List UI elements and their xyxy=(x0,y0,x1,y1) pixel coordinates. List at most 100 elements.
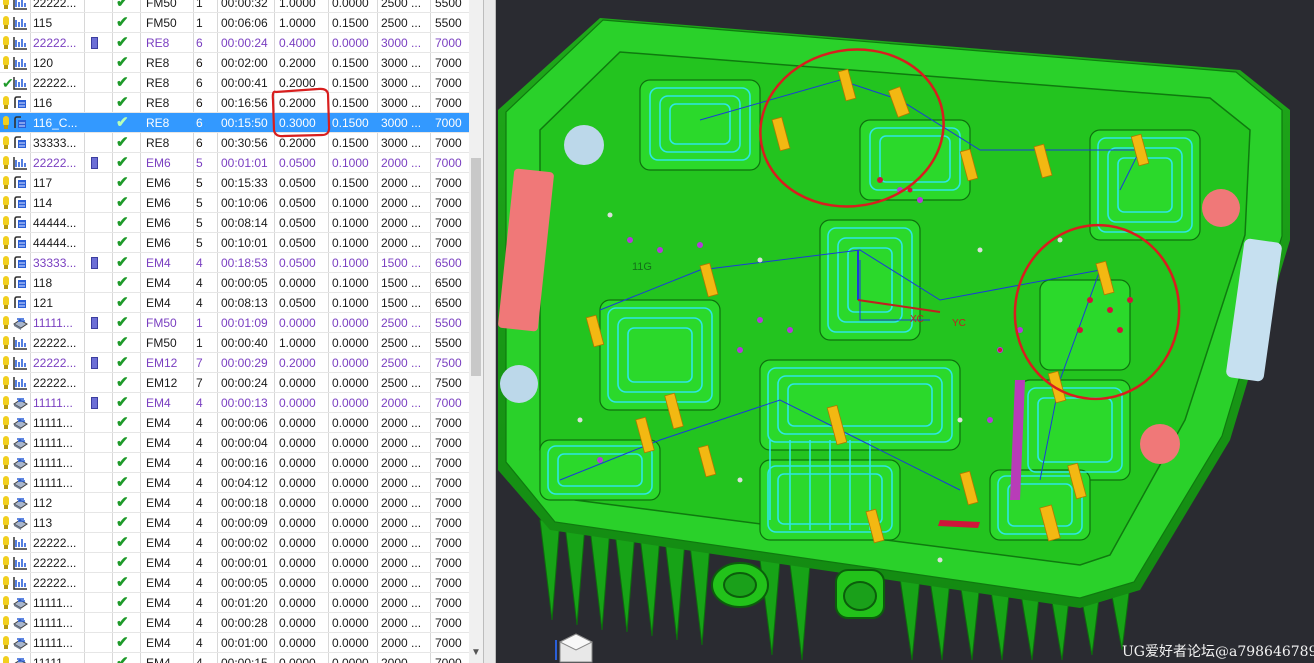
tool-number: 7 xyxy=(196,376,203,390)
floor-allowance: 0.0000 xyxy=(332,36,369,50)
floor-allowance: 0.1500 xyxy=(332,16,369,30)
regenerate-bulb-icon xyxy=(3,196,9,209)
machining-time: 00:00:18 xyxy=(221,496,268,510)
operation-row[interactable]: 113 EM4 4 00:00:09 0.0000 0.0000 2000 ... 7000 ✔ xyxy=(0,513,483,533)
operation-row[interactable]: 22222... EM6 5 00:01:01 0.0500 0.1000 2000 ...… xyxy=(0,153,483,173)
operation-row[interactable]: 11111... EM4 4 00:01:00 0.0000 0.0000 2000 ...… xyxy=(0,633,483,653)
operation-row[interactable]: 116 RE8 6 00:16:56 0.2000 0.1500 3000 ... 7000 ✔ xyxy=(0,93,483,113)
regenerate-bulb-icon xyxy=(3,156,9,169)
floor-allowance: 0.1000 xyxy=(332,216,369,230)
machining-time: 00:01:00 xyxy=(221,636,268,650)
tool-name: EM4 xyxy=(146,556,171,570)
tool-name: EM4 xyxy=(146,616,171,630)
operation-name: 11111... xyxy=(33,436,73,450)
operation-row[interactable]: 44444... EM6 5 00:08:14 0.0500 0.1000 2000 ...… xyxy=(0,213,483,233)
machining-time: 00:10:01 xyxy=(221,236,268,250)
regenerate-bulb-icon xyxy=(3,96,9,109)
toolpath-ok-check-icon: ✔ xyxy=(116,294,129,311)
scrollbar-thumb[interactable] xyxy=(471,158,481,376)
tool-name: EM4 xyxy=(146,536,171,550)
floor-allowance: 0.0000 xyxy=(332,596,369,610)
machining-time: 00:00:01 xyxy=(221,556,268,570)
toolpath-ok-check-icon: ✔ xyxy=(116,14,129,31)
stock-allowance: 0.2000 xyxy=(279,76,316,90)
operation-name: 117 xyxy=(33,176,53,190)
operation-row[interactable]: 112 EM4 4 00:00:18 0.0000 0.0000 2000 ... 7000 ✔ xyxy=(0,493,483,513)
toolpath-ok-check-icon: ✔ xyxy=(116,54,129,71)
operation-row[interactable]: 120 RE8 6 00:02:00 0.2000 0.1500 3000 ... 7000 ✔ xyxy=(0,53,483,73)
operation-row[interactable]: 22222... EM4 4 00:00:01 0.0000 0.0000 2000 ...… xyxy=(0,553,483,573)
zlevel-operation-icon xyxy=(13,116,28,130)
floor-allowance: 0.1000 xyxy=(332,236,369,250)
operation-row[interactable]: 114 EM6 5 00:10:06 0.0500 0.1000 2000 ... 7000 ✔ xyxy=(0,193,483,213)
operation-row[interactable]: 116_C... RE8 6 00:15:50 0.3000 0.1500 3000 ...… xyxy=(0,113,483,133)
operation-row[interactable]: 11111... EM4 4 00:00:16 0.0000 0.0000 2000 ...… xyxy=(0,453,483,473)
spindle-speed: 2000 ... xyxy=(381,576,422,590)
floor-allowance: 0.1000 xyxy=(332,156,369,170)
machining-time: 00:00:16 xyxy=(221,456,268,470)
toolpath-ok-check-icon: ✔ xyxy=(116,74,129,91)
regenerate-bulb-icon xyxy=(3,356,9,369)
stock-allowance: 0.0000 xyxy=(279,376,316,390)
operation-row[interactable]: 118 EM4 4 00:00:05 0.0000 0.1000 1500 ... 6500 ✔ xyxy=(0,273,483,293)
tool-name: EM4 xyxy=(146,516,171,530)
operation-row[interactable]: 11111... EM4 4 00:01:20 0.0000 0.0000 2000 ...… xyxy=(0,593,483,613)
operation-row[interactable]: ✔ 22222... RE8 6 00:00:41 0.2000 0.1500 3000 ..… xyxy=(0,73,483,93)
operation-name: 22222... xyxy=(33,576,77,590)
operation-row[interactable]: 33333... RE8 6 00:30:56 0.2000 0.1500 3000 ...… xyxy=(0,133,483,153)
operation-row[interactable]: 11111... EM4 4 00:04:12 0.0000 0.0000 2000 ...… xyxy=(0,473,483,493)
zlevel-operation-icon xyxy=(13,296,28,310)
operation-row[interactable]: 22222... EM12 7 00:00:29 0.2000 0.0000 2500 ..… xyxy=(0,353,483,373)
spindle-speed: 2000 ... xyxy=(381,496,422,510)
spindle-speed: 2000 ... xyxy=(381,636,422,650)
operation-row[interactable]: 22222... RE8 6 00:00:24 0.4000 0.0000 3000 ...… xyxy=(0,33,483,53)
spindle-speed: 2000 ... xyxy=(381,476,422,490)
toolpath-ok-check-icon: ✔ xyxy=(116,134,129,151)
operation-row[interactable]: 115 FM50 1 00:06:06 1.0000 0.1500 2500 ... 5500… xyxy=(0,13,483,33)
operation-row[interactable]: 33333... EM4 4 00:18:53 0.0500 0.1000 1500 ...… xyxy=(0,253,483,273)
stock-allowance: 0.0000 xyxy=(279,476,316,490)
tool-name: RE8 xyxy=(146,136,170,150)
operation-row[interactable]: 117 EM6 5 00:15:33 0.0500 0.1500 2000 ... 7000 ✔ xyxy=(0,173,483,193)
zlevel-operation-icon xyxy=(13,236,28,250)
operation-row[interactable]: 22222... EM4 4 00:00:05 0.0000 0.0000 2000 ...… xyxy=(0,573,483,593)
parameter-group-icon xyxy=(91,37,98,49)
stock-allowance: 1.0000 xyxy=(279,336,316,350)
operation-row[interactable]: 121 EM4 4 00:08:13 0.0500 0.1000 1500 ... 6500 ✔ xyxy=(0,293,483,313)
regenerate-bulb-icon xyxy=(3,556,9,569)
scroll-down-arrow-icon[interactable]: ▼ xyxy=(470,646,482,660)
operation-row[interactable]: 22222... EM12 7 00:00:24 0.0000 0.0000 2500 ..… xyxy=(0,373,483,393)
spindle-speed: 1500 ... xyxy=(381,276,422,290)
operation-name: 33333... xyxy=(33,256,77,270)
operation-row[interactable]: 22222... EM4 4 00:00:02 0.0000 0.0000 2000 ...… xyxy=(0,533,483,553)
operation-row[interactable]: 22222... FM50 1 00:00:40 1.0000 0.0000 2500 ..… xyxy=(0,333,483,353)
floor-allowance: 0.1000 xyxy=(332,196,369,210)
floor-allowance: 0.1500 xyxy=(332,96,369,110)
tool-number: 6 xyxy=(196,36,203,50)
toolpath-ok-check-icon: ✔ xyxy=(116,454,129,471)
stock-allowance: 0.2000 xyxy=(279,96,316,110)
zlevel-operation-icon xyxy=(13,216,28,230)
graphics-viewport[interactable]: XC YC 11G xyxy=(496,0,1314,663)
regenerate-bulb-icon xyxy=(3,0,9,9)
machining-time: 00:01:20 xyxy=(221,596,268,610)
operation-row[interactable]: 11111... EM4 4 00:00:06 0.0000 0.0000 2000 ...… xyxy=(0,413,483,433)
operation-row[interactable]: 11111... FM50 1 00:01:09 0.0000 0.0000 2500 ..… xyxy=(0,313,483,333)
tool-number: 1 xyxy=(196,316,203,330)
machining-time: 00:06:06 xyxy=(221,16,268,30)
stock-allowance: 0.0000 xyxy=(279,456,316,470)
floor-allowance: 0.0000 xyxy=(332,456,369,470)
operation-row[interactable]: 11111... EM4 4 00:00:13 0.0000 0.0000 2000 ...… xyxy=(0,393,483,413)
face-operation-icon xyxy=(13,316,28,330)
operation-row[interactable]: 11111... EM4 4 00:00:15 0.0000 0.0000 2000 ...… xyxy=(0,653,483,663)
tool-number: 5 xyxy=(196,236,203,250)
machining-time: 00:04:12 xyxy=(221,476,268,490)
toolpath-ok-check-icon: ✔ xyxy=(116,214,129,231)
parameter-group-icon xyxy=(91,357,98,369)
machining-time: 00:00:09 xyxy=(221,516,268,530)
panel-splitter[interactable] xyxy=(483,0,496,663)
operation-row[interactable]: 44444... EM6 5 00:10:01 0.0500 0.1000 2000 ...… xyxy=(0,233,483,253)
operation-row[interactable]: 11111... EM4 4 00:00:04 0.0000 0.0000 2000 ...… xyxy=(0,433,483,453)
operation-row[interactable]: 11111... EM4 4 00:00:28 0.0000 0.0000 2000 ...… xyxy=(0,613,483,633)
stock-allowance: 0.0000 xyxy=(279,536,316,550)
